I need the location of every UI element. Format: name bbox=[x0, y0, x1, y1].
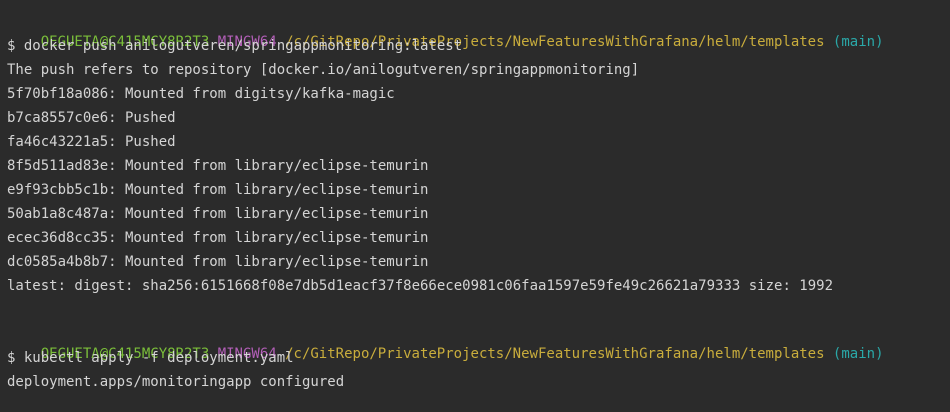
prompt-path: /c/GitRepo/PrivateProjects/NewFeaturesWi… bbox=[285, 346, 825, 362]
output-line: latest: digest: sha256:6151668f08e7db5d1… bbox=[7, 278, 834, 294]
terminal-window[interactable]: OEGUETA@C415MCY8R2T3 MINGW64/c/GitRepo/Pr… bbox=[7, 12, 943, 396]
prompt-branch: (main) bbox=[832, 34, 884, 50]
output-line: 8f5d511ad83e: Mounted from library/eclip… bbox=[7, 158, 429, 174]
output-line: e9f93cbb5c1b: Mounted from library/eclip… bbox=[7, 182, 429, 198]
output-line: 50ab1a8c487a: Mounted from library/eclip… bbox=[7, 206, 429, 222]
output-line: 5f70bf18a086: Mounted from digitsy/kafka… bbox=[7, 86, 395, 102]
output-line: fa46c43221a5: Pushed bbox=[7, 134, 176, 150]
output-line: ecec36d8cc35: Mounted from library/eclip… bbox=[7, 230, 429, 246]
prompt-line: OEGUETA@C415MCY8R2T3 MINGW64/c/GitRepo/Pr… bbox=[7, 12, 943, 50]
output-line: The push refers to repository [docker.io… bbox=[7, 62, 640, 78]
prompt-branch: (main) bbox=[832, 346, 884, 362]
prompt-line: OEGUETA@C415MCY8R2T3 MINGW64/c/GitRepo/Pr… bbox=[7, 324, 943, 362]
output-line: b7ca8557c0e6: Pushed bbox=[7, 110, 176, 126]
output-line: dc0585a4b8b7: Mounted from library/eclip… bbox=[7, 254, 429, 270]
output-line: deployment.apps/monitoringapp configured bbox=[7, 374, 345, 390]
